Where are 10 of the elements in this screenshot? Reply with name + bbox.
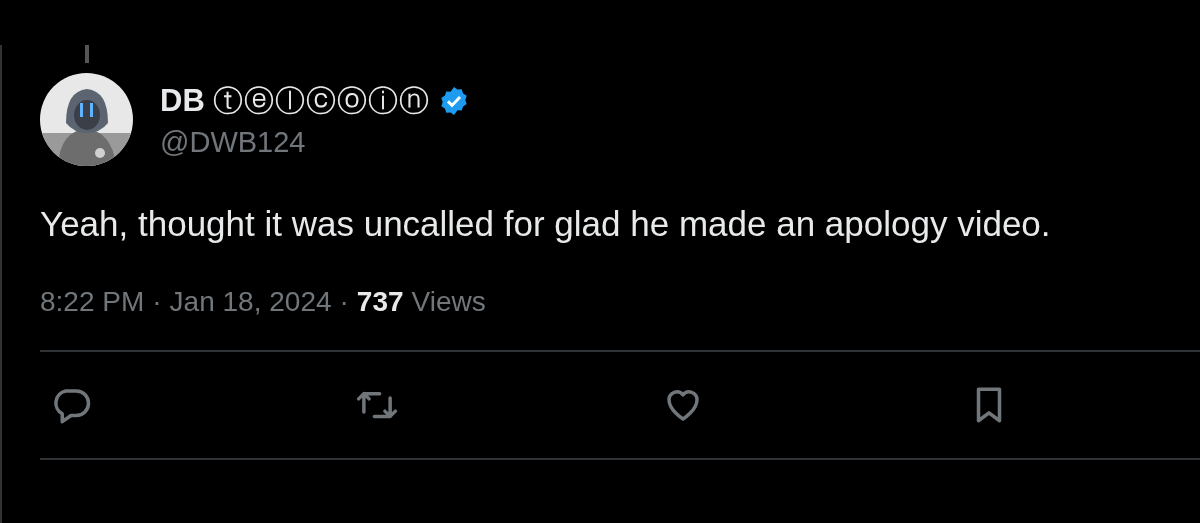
display-name: DB [160,83,205,119]
separator-dot: · [339,286,349,318]
view-count: 737 [356,286,404,318]
user-handle[interactable]: @DWB124 [160,125,470,159]
separator-dot: · [152,286,162,318]
post-time[interactable]: 8:22 PM [40,286,145,318]
name-decoration: ⓣⓔⓛⓒⓞⓘⓝ [212,81,430,120]
post-date[interactable]: Jan 18, 2024 [169,286,332,318]
views-label: Views [411,286,486,318]
post-text: Yeah, thought it was uncalled for glad he made an apology video. [40,204,1052,244]
